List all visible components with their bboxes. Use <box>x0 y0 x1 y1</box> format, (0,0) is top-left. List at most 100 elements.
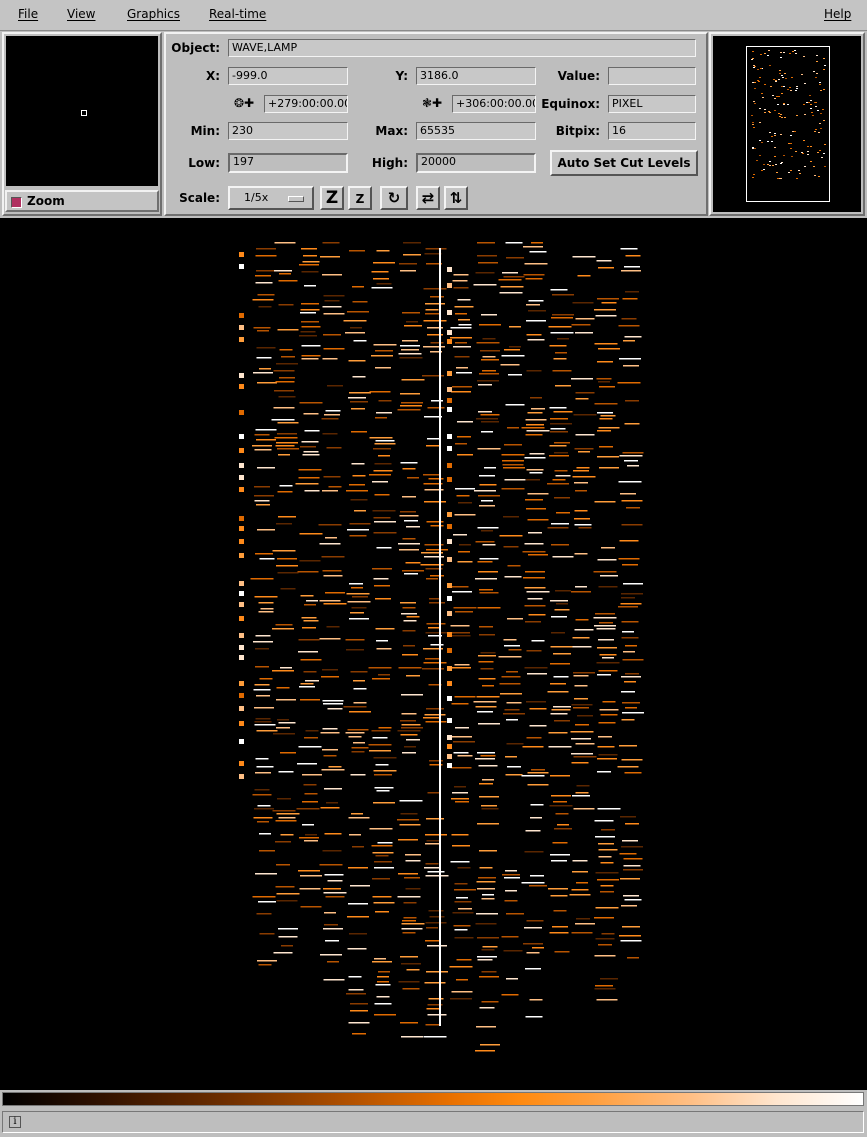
emission-line <box>455 313 467 315</box>
emission-line <box>321 418 339 420</box>
menu-realtime[interactable]: Real-time <box>209 7 266 21</box>
rotate-button[interactable]: ↻ <box>380 186 408 210</box>
emission-line <box>343 706 367 708</box>
emission-line <box>259 558 275 560</box>
emission-line <box>402 988 420 990</box>
emission-line <box>596 260 612 262</box>
emission-line <box>255 648 269 650</box>
emission-line <box>278 817 296 819</box>
emission-line <box>622 926 640 928</box>
emission-line <box>376 283 392 285</box>
bitpix-label: Bitpix: <box>555 124 600 138</box>
emission-line <box>477 888 495 890</box>
emission-line <box>598 381 610 383</box>
emission-line <box>271 419 295 421</box>
emission-line <box>531 769 545 771</box>
scale-menu[interactable]: 1/5x <box>228 186 314 210</box>
info-icon[interactable]: i <box>9 1116 21 1128</box>
emission-line <box>524 851 544 853</box>
calibration-spot <box>239 526 244 531</box>
colorbar[interactable] <box>2 1092 864 1106</box>
emission-line <box>575 392 595 394</box>
emission-line <box>552 926 568 928</box>
emission-line <box>551 544 569 546</box>
low-input[interactable]: 197 <box>228 153 348 173</box>
zoom-out-button[interactable]: Z <box>348 186 372 210</box>
emission-line <box>376 412 392 414</box>
zoom-toggle[interactable]: Zoom <box>5 190 159 212</box>
emission-line <box>595 613 615 615</box>
emission-line <box>277 719 289 721</box>
emission-line <box>300 446 316 448</box>
emission-line <box>577 275 591 277</box>
panner-view-rect[interactable] <box>746 46 830 202</box>
calibration-spot <box>447 735 452 740</box>
emission-line <box>453 752 469 754</box>
emission-line <box>506 702 522 704</box>
emission-line <box>373 344 397 346</box>
zoom-checkbox[interactable] <box>11 197 22 208</box>
flip-x-button[interactable]: ⇄ <box>416 186 440 210</box>
emission-line <box>550 431 568 433</box>
panner-view[interactable] <box>713 36 861 212</box>
emission-line <box>571 704 593 706</box>
emission-line <box>278 516 296 518</box>
emission-line <box>327 961 339 963</box>
menu-graphics[interactable]: Graphics <box>127 7 180 21</box>
zoom-view[interactable] <box>6 36 158 186</box>
flip-y-button[interactable]: ⇅ <box>444 186 468 210</box>
emission-line <box>574 524 592 526</box>
calibration-spot <box>239 739 244 744</box>
menu-file[interactable]: File <box>18 7 38 21</box>
emission-line <box>505 890 517 892</box>
emission-line <box>458 908 472 910</box>
emission-line <box>477 956 497 958</box>
emission-line <box>254 707 274 709</box>
image-display[interactable] <box>0 218 867 1090</box>
emission-line <box>425 834 447 836</box>
emission-line <box>621 270 641 272</box>
emission-line <box>522 746 544 748</box>
emission-line <box>274 390 294 392</box>
emission-line <box>323 313 345 315</box>
zoom-in-button[interactable]: Z <box>320 186 344 210</box>
emission-line <box>401 963 421 965</box>
emission-line <box>601 302 617 304</box>
max-label: Max: <box>375 124 408 138</box>
emission-line <box>373 470 393 472</box>
emission-line <box>624 899 642 901</box>
emission-line <box>526 508 546 510</box>
emission-line <box>325 537 337 539</box>
emission-line <box>353 680 365 682</box>
emission-line <box>400 270 416 272</box>
emission-line <box>348 1022 370 1024</box>
emission-line <box>256 766 274 768</box>
menu-view[interactable]: View <box>67 7 95 21</box>
emission-line <box>457 454 473 456</box>
auto-set-cut-levels-button[interactable]: Auto Set Cut Levels <box>550 150 698 176</box>
emission-line <box>348 736 362 738</box>
calibration-spot <box>447 681 452 686</box>
emission-line <box>279 273 291 275</box>
emission-line <box>504 349 520 351</box>
emission-line <box>423 717 441 719</box>
emission-line <box>599 418 613 420</box>
emission-line <box>451 703 469 705</box>
emission-line <box>277 422 299 424</box>
emission-line <box>254 808 274 810</box>
emission-line <box>401 402 423 404</box>
ra-compass-icon: ❂✚ <box>234 96 255 110</box>
emission-line <box>323 295 345 297</box>
emission-line <box>552 370 572 372</box>
high-input[interactable]: 20000 <box>416 153 536 173</box>
emission-line <box>305 834 317 836</box>
emission-line <box>276 699 296 701</box>
emission-line <box>320 954 342 956</box>
emission-line <box>621 691 635 693</box>
emission-line <box>298 469 322 471</box>
emission-line <box>477 255 497 257</box>
menu-help[interactable]: Help <box>824 7 851 21</box>
emission-line <box>369 474 391 476</box>
emission-line <box>506 978 518 980</box>
emission-line <box>256 695 270 697</box>
